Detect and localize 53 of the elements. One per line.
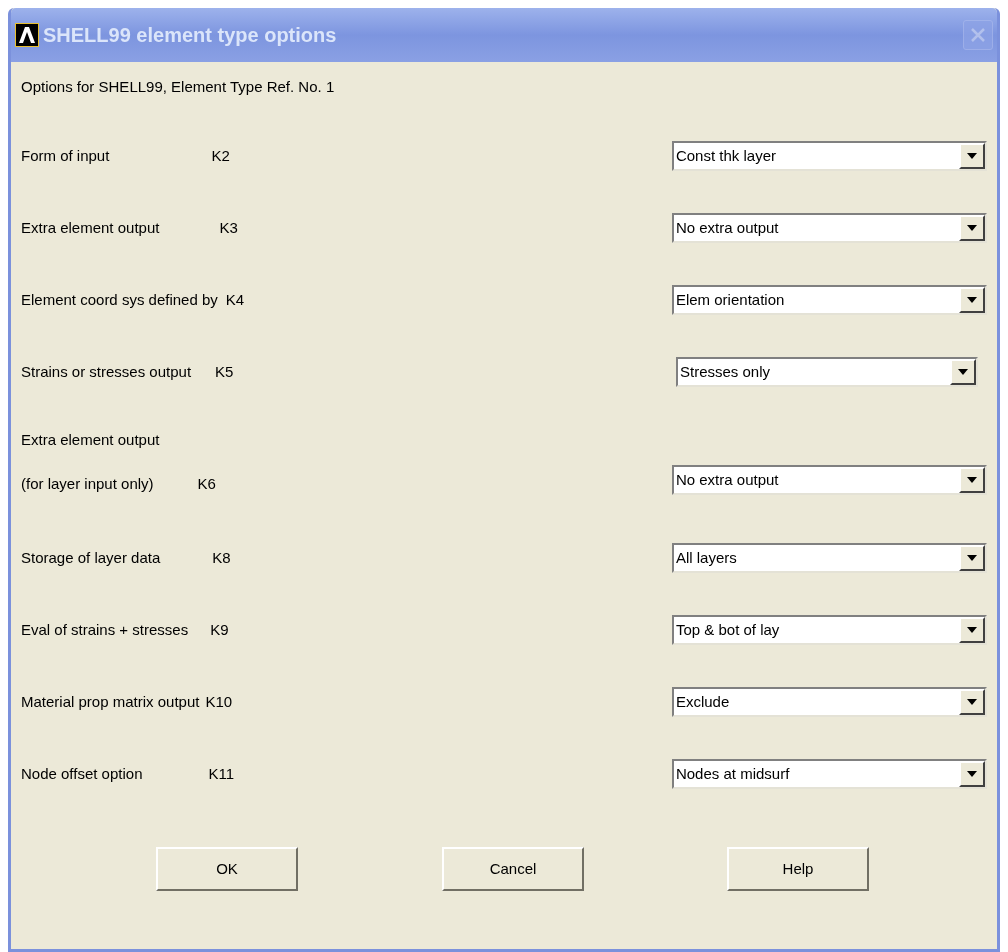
dropdown-arrow-button[interactable]: [959, 215, 985, 241]
option-key: K4: [225, 288, 245, 312]
option-key: K11: [208, 762, 235, 786]
dropdown[interactable]: Const thk layer: [671, 141, 987, 171]
dropdown[interactable]: Stresses only: [676, 357, 978, 387]
dialog-heading: Options for SHELL99, Element Type Ref. No. 1: [21, 77, 336, 96]
option-label: Extra element output: [21, 217, 160, 238]
dropdown-arrow-button[interactable]: [959, 143, 985, 169]
dropdown-arrow-button[interactable]: [959, 689, 985, 715]
caret-down-icon: [958, 369, 968, 375]
dropdown[interactable]: Nodes at midsurf: [671, 759, 987, 789]
option-label: Eval of strains + stresses: [21, 619, 189, 640]
close-icon: [970, 27, 986, 43]
window-title: SHELL99 element type options: [43, 23, 337, 48]
option-key: K2: [211, 144, 230, 168]
option-label: Strains or stresses output: [21, 361, 192, 382]
dropdown[interactable]: No extra output: [671, 465, 987, 495]
dropdown[interactable]: Top & bot of lay: [671, 615, 987, 645]
dropdown-arrow-button[interactable]: [950, 359, 976, 385]
option-label: Element coord sys defined by: [21, 289, 218, 310]
option-key: K3: [219, 216, 238, 240]
caret-down-icon: [967, 699, 977, 705]
dropdown-arrow-button[interactable]: [959, 467, 985, 493]
option-label: Material prop matrix output: [21, 691, 200, 712]
dropdown-arrow-button[interactable]: [959, 617, 985, 643]
option-label: Node offset option: [21, 763, 143, 784]
dialog-button[interactable]: OK: [156, 847, 298, 891]
dialog-button[interactable]: Cancel: [442, 847, 584, 891]
option-key: K8: [212, 546, 231, 570]
caret-down-icon: [967, 297, 977, 303]
dropdown[interactable]: All layers: [671, 543, 987, 573]
app-logo-icon: [15, 23, 39, 47]
option-key: K6: [197, 472, 216, 495]
caret-down-icon: [967, 555, 977, 561]
option-label: Storage of layer data: [21, 547, 161, 568]
dropdown[interactable]: Elem orientation: [671, 285, 987, 315]
caret-down-icon: [967, 771, 977, 777]
dropdown[interactable]: No extra output: [671, 213, 987, 243]
option-label: Extra element output: [21, 430, 160, 450]
caret-down-icon: [967, 627, 977, 633]
option-key: K9: [210, 618, 229, 642]
caret-down-icon: [967, 225, 977, 231]
caret-down-icon: [967, 477, 977, 483]
option-key: K5: [215, 360, 234, 384]
option-key: K10: [205, 690, 233, 714]
dropdown-arrow-button[interactable]: [959, 287, 985, 313]
option-label: (for layer input only): [21, 473, 154, 494]
option-label: Form of input: [21, 145, 110, 166]
dropdown[interactable]: Exclude: [671, 687, 987, 717]
dialog-button[interactable]: Help: [727, 847, 869, 891]
dropdown-arrow-button[interactable]: [959, 545, 985, 571]
dropdown-arrow-button[interactable]: [959, 761, 985, 787]
caret-down-icon: [967, 153, 977, 159]
